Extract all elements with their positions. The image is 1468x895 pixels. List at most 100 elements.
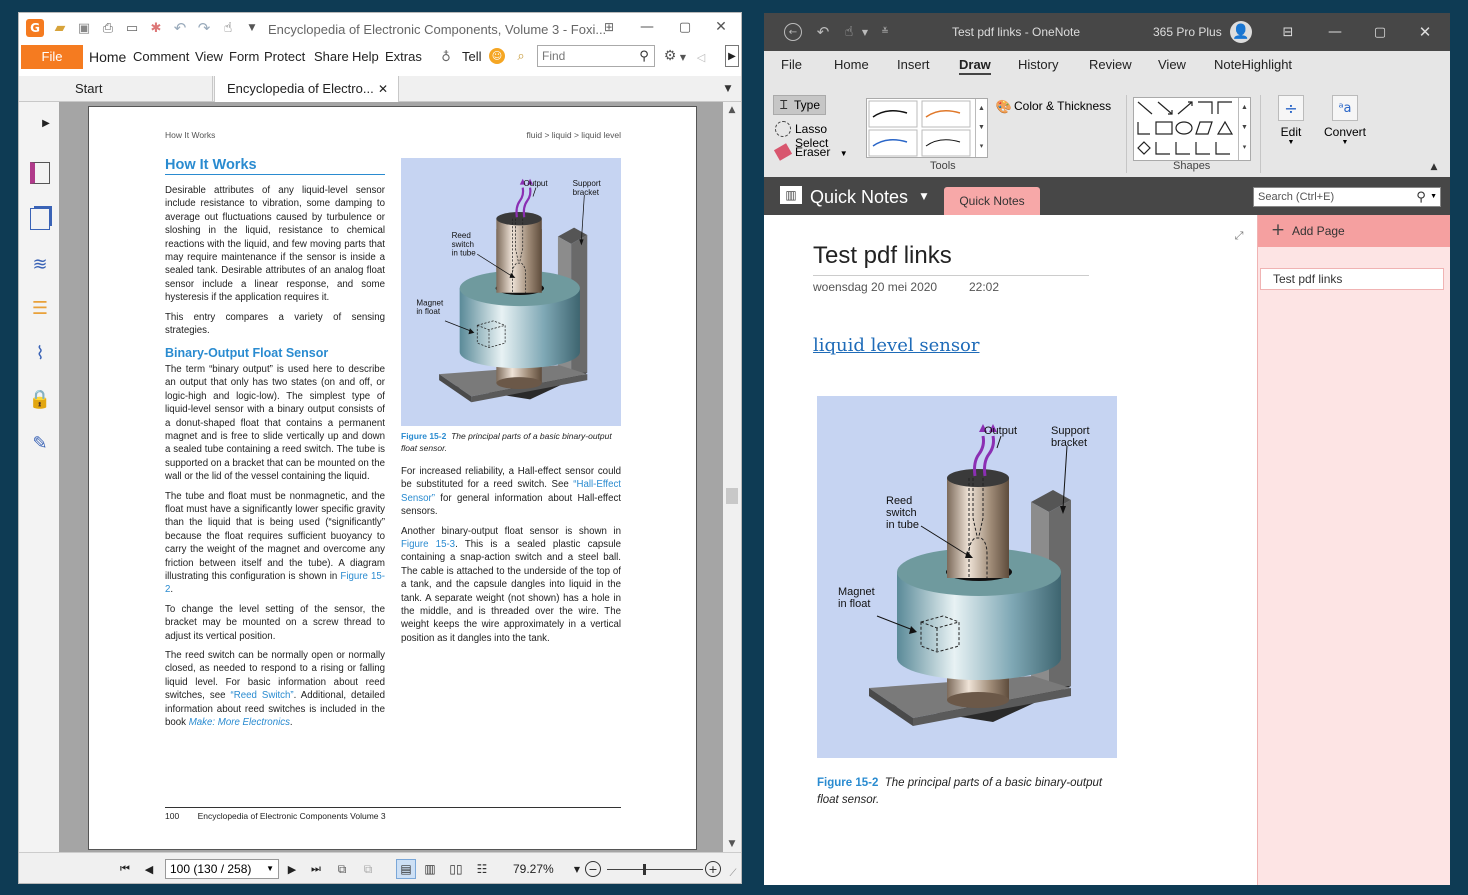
link-liquid-level-sensor[interactable]: liquid level sensor: [813, 335, 980, 356]
menu-comment[interactable]: Comment: [133, 49, 189, 64]
search-icon[interactable]: ⚲: [1414, 189, 1428, 205]
tabs-dropdown-icon[interactable]: ▼: [721, 82, 735, 96]
touch-icon[interactable]: ☝: [840, 23, 858, 41]
scroll-thumb[interactable]: [726, 488, 738, 504]
add-page-button[interactable]: + Add Page: [1258, 215, 1450, 247]
convert-button[interactable]: ᵃa Convert ▼: [1321, 95, 1369, 157]
tab-notehighlight[interactable]: NoteHighlight: [1214, 57, 1292, 72]
continuous-icon[interactable]: ▥: [422, 861, 438, 877]
next-page-icon[interactable]: ▶: [284, 861, 300, 877]
search-scope-dropdown-icon[interactable]: ▼: [1430, 193, 1437, 200]
menu-form[interactable]: Form: [229, 49, 259, 64]
link-make-more-electronics[interactable]: Make: More Electronics: [189, 717, 290, 728]
link-reed-switch[interactable]: “Reed Switch”: [230, 690, 293, 701]
qat-dropdown-icon[interactable]: ▼: [246, 20, 258, 36]
notebook-icon[interactable]: ▥: [780, 186, 802, 204]
undo-icon[interactable]: ↶: [172, 19, 188, 37]
search-icon[interactable]: ⚲: [636, 48, 652, 64]
close-icon[interactable]: ✕: [709, 18, 733, 36]
tab-file[interactable]: File: [781, 57, 802, 72]
gallery-scroll[interactable]: ▲ ▼ ▾: [975, 99, 987, 157]
cont-facing-icon[interactable]: ☷: [474, 861, 490, 877]
minimize-icon[interactable]: —: [635, 18, 659, 36]
ribbon-display-icon[interactable]: ⊟: [1279, 23, 1297, 41]
qat-customize-icon[interactable]: ≚: [880, 25, 890, 39]
tab-start[interactable]: Start: [63, 76, 213, 102]
security-lock-icon[interactable]: 🔒: [29, 388, 51, 410]
zoom-value[interactable]: 79.27%: [513, 862, 554, 876]
last-page-icon[interactable]: ⏭: [308, 861, 324, 877]
scroll-right-icon[interactable]: ▶: [725, 45, 739, 67]
search-doc-icon[interactable]: ⌕: [513, 48, 529, 64]
section-tab-quick-notes[interactable]: Quick Notes: [944, 187, 1040, 215]
zoom-in-icon[interactable]: +: [705, 861, 721, 877]
resize-grip-icon[interactable]: ⟋: [727, 867, 739, 879]
undo-icon[interactable]: ↶: [814, 23, 832, 41]
page-title[interactable]: Test pdf links: [813, 242, 952, 270]
lasso-select-button[interactable]: Lasso Select: [773, 119, 863, 150]
page-dropdown-icon[interactable]: ▼: [266, 864, 274, 873]
redo-icon[interactable]: ↷: [196, 19, 212, 37]
zoom-slider-thumb[interactable]: [643, 864, 646, 875]
close-icon[interactable]: ✕: [1416, 23, 1434, 41]
menu-protect[interactable]: Protect: [264, 49, 305, 64]
eraser-button[interactable]: Eraser ▼: [773, 143, 853, 163]
bookmark-icon[interactable]: [30, 162, 50, 184]
menu-share[interactable]: Share: [314, 49, 349, 64]
menu-extras[interactable]: Extras: [385, 49, 422, 64]
settings-gear-icon[interactable]: ⚙: [662, 48, 678, 64]
expand-panel-icon[interactable]: ▶: [39, 116, 53, 130]
scroll-left-icon[interactable]: ◁: [695, 49, 707, 65]
zoom-dropdown-icon[interactable]: ▼: [572, 862, 582, 876]
print-icon[interactable]: ⎙: [100, 20, 116, 36]
page-list-item[interactable]: Test pdf links: [1260, 268, 1444, 290]
notebook-dropdown-icon[interactable]: ▼: [918, 191, 930, 203]
touch-dropdown-icon[interactable]: ▼: [860, 25, 870, 39]
save-icon[interactable]: ▣: [76, 20, 92, 36]
avatar-icon[interactable]: 👤: [1230, 21, 1252, 43]
menu-file[interactable]: File: [21, 45, 83, 69]
signature-icon[interactable]: ✎: [29, 432, 51, 454]
edit-dropdown-icon[interactable]: ▼: [1274, 139, 1308, 146]
back-icon[interactable]: ←: [784, 23, 802, 41]
fullpage-expand-icon[interactable]: ⤢: [1232, 229, 1246, 243]
shapes-scroll[interactable]: ▲ ▼ ▾: [1238, 98, 1250, 160]
scroll-up-icon[interactable]: ▲: [725, 104, 739, 116]
prev-view-icon[interactable]: ⧉: [334, 861, 350, 877]
smiley-icon[interactable]: ☺: [489, 48, 505, 64]
account-name[interactable]: 365 Pro Plus: [1153, 25, 1222, 39]
convert-dropdown-icon[interactable]: ▼: [1321, 139, 1369, 146]
zoom-slider[interactable]: [607, 864, 703, 875]
collapse-ribbon-icon[interactable]: ▲: [1428, 161, 1440, 173]
edit-button[interactable]: ÷ Edit ▼: [1274, 95, 1308, 157]
document-viewport[interactable]: How It Works fluid > liquid > liquid lev…: [59, 102, 723, 852]
zoom-out-icon[interactable]: −: [585, 861, 601, 877]
page-canvas[interactable]: ⤢ Test pdf links woensdag 20 mei 2020 22…: [764, 215, 1257, 885]
window-icon[interactable]: ▭: [124, 20, 140, 36]
tell-me[interactable]: Tell: [462, 49, 482, 64]
scroll-down-icon[interactable]: ▼: [725, 838, 739, 850]
find-field[interactable]: Find ⚲: [537, 45, 655, 67]
tab-document[interactable]: Encyclopedia of Electro... ✕: [214, 76, 399, 102]
tab-draw[interactable]: Draw: [959, 57, 991, 75]
notebook-name[interactable]: Quick Notes: [810, 187, 908, 208]
hand-tool-icon[interactable]: ☝: [220, 20, 236, 36]
first-page-icon[interactable]: ⏮: [117, 861, 133, 877]
next-view-icon[interactable]: ⧉: [360, 861, 376, 877]
tab-history[interactable]: History: [1018, 57, 1058, 72]
pages-icon[interactable]: [30, 208, 50, 230]
onenote-figure-caption[interactable]: Figure 15-2 The principal parts of a bas…: [817, 775, 1137, 809]
attachment-icon[interactable]: ⌇: [29, 342, 51, 364]
menu-view[interactable]: View: [195, 49, 223, 64]
facing-icon[interactable]: ▯▯: [448, 861, 464, 877]
search-box[interactable]: Search (Ctrl+E) ⚲ ▼: [1253, 187, 1441, 207]
minimize-icon[interactable]: —: [1326, 23, 1344, 41]
ribbon-toggle-icon[interactable]: ⊞: [599, 18, 619, 36]
shape-thumbs[interactable]: [1134, 98, 1240, 160]
settings-dropdown-icon[interactable]: ▼: [678, 49, 688, 65]
comments-icon[interactable]: ☰: [29, 298, 51, 319]
maximize-icon[interactable]: ▢: [673, 18, 697, 36]
page-number-field[interactable]: 100 (130 / 258) ▼: [165, 859, 279, 879]
tab-home[interactable]: Home: [834, 57, 869, 72]
layers-icon[interactable]: ≋: [29, 254, 51, 275]
